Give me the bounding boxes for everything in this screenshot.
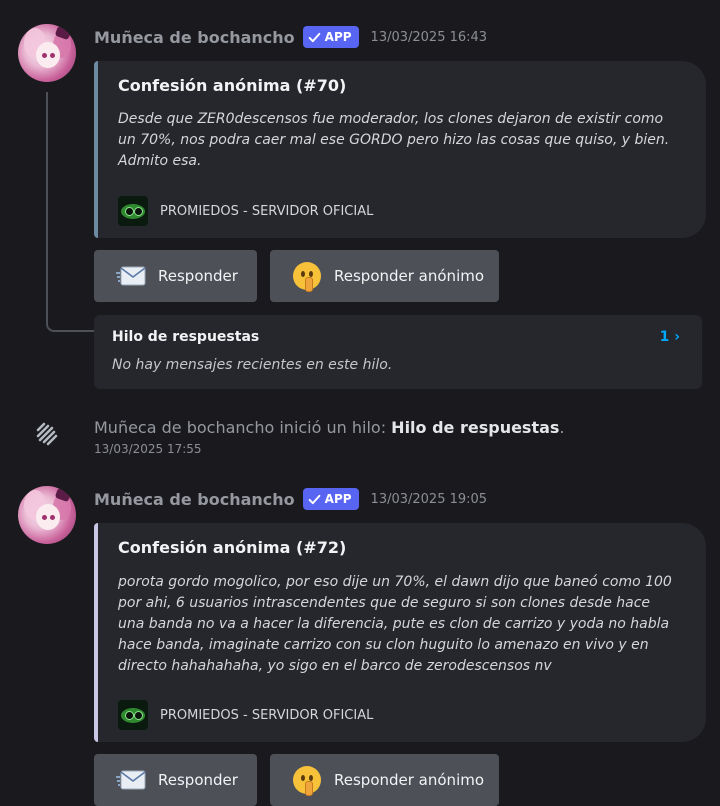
embed: Confesión anónima (#70) Desde que ZER0de…: [94, 61, 706, 238]
embed-footer: PROMIEDOS - SERVIDOR OFICIAL: [118, 196, 373, 226]
message-header: Muñeca de bochancho APP 13/03/2025 16:43: [94, 26, 487, 48]
timestamp: 13/03/2025 16:43: [370, 29, 488, 45]
app-badge: APP: [302, 26, 359, 48]
thread-icon: [34, 422, 58, 446]
system-thread-link[interactable]: Hilo de respuestas: [391, 418, 559, 437]
avatar[interactable]: [18, 24, 76, 82]
thread-empty-text: No hay mensajes recientes en este hilo.: [112, 357, 393, 373]
app-badge: APP: [302, 488, 359, 510]
embed-title: Confesión anónima (#72): [118, 538, 347, 557]
thread-reply-count[interactable]: 1 ›: [660, 329, 680, 345]
checkmark-icon: [308, 494, 321, 504]
envelope-icon: [116, 765, 146, 795]
envelope-icon: [116, 261, 146, 291]
system-author[interactable]: Muñeca de bochancho: [94, 418, 274, 437]
embed-footer: PROMIEDOS - SERVIDOR OFICIAL: [118, 700, 373, 730]
embed-title: Confesión anónima (#70): [118, 76, 347, 95]
author-name[interactable]: Muñeca de bochancho: [94, 28, 295, 47]
thread-title[interactable]: Hilo de respuestas: [112, 329, 259, 345]
footer-text: PROMIEDOS - SERVIDOR OFICIAL: [160, 203, 374, 219]
embed-description: Desde que ZER0descensos fue moderador, l…: [118, 111, 670, 169]
server-logo-icon: [118, 700, 148, 730]
system-timestamp: 13/03/2025 17:55: [94, 442, 202, 456]
timestamp: 13/03/2025 19:05: [370, 491, 488, 507]
reply-button[interactable]: Responder: [94, 250, 257, 302]
reply-button[interactable]: Responder: [94, 754, 257, 806]
thread-connector: [46, 92, 94, 332]
author-name[interactable]: Muñeca de bochancho: [94, 490, 295, 509]
shushing-face-icon: [292, 261, 322, 292]
anonymous-reply-button[interactable]: Responder anónimo: [270, 250, 499, 302]
shushing-face-icon: [292, 765, 322, 796]
embed: Confesión anónima (#72) porota gordo mog…: [94, 523, 706, 742]
footer-text: PROMIEDOS - SERVIDOR OFICIAL: [160, 707, 374, 723]
thread-preview[interactable]: Hilo de respuestas 1 › No hay mensajes r…: [94, 315, 702, 389]
checkmark-icon: [308, 32, 321, 42]
anonymous-reply-button[interactable]: Responder anónimo: [270, 754, 499, 806]
server-logo-icon: [118, 196, 148, 226]
avatar[interactable]: [18, 486, 76, 544]
embed-description: porota gordo mogolico, por eso dije un 7…: [118, 574, 672, 674]
message-header: Muñeca de bochancho APP 13/03/2025 19:05: [94, 488, 487, 510]
system-message: Muñeca de bochancho inició un hilo: Hilo…: [94, 418, 565, 437]
